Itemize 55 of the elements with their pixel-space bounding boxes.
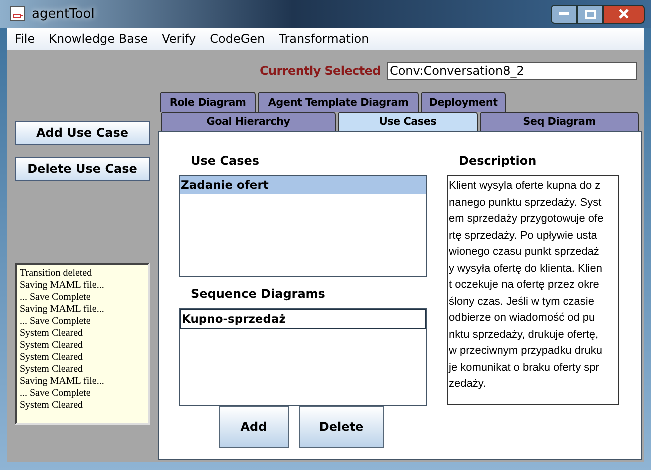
currently-selected-field[interactable]: Conv:Conversation8_2 [386, 62, 637, 80]
maximize-icon [584, 10, 596, 18]
delete-use-case-button[interactable]: Delete Use Case [15, 157, 150, 181]
log-line: Saving MAML file... [20, 280, 106, 292]
maximize-button[interactable] [577, 4, 603, 24]
minimize-icon [559, 12, 569, 16]
description-line: w przeciwnym przypadku druku [449, 344, 604, 359]
window-title: agentTool [32, 6, 95, 22]
menu-item[interactable]: File [15, 32, 36, 46]
section-heading: Description [458, 153, 538, 170]
tab[interactable]: Agent Template Diagram [258, 92, 419, 112]
log-line: System Cleared [20, 340, 84, 352]
list-item[interactable]: Kupno-sprzedaż [180, 309, 426, 329]
description-line: je komunikat o braku oferty spr [449, 360, 600, 376]
log-line: ... Save Complete [20, 292, 92, 304]
tab[interactable]: Role Diagram [160, 92, 256, 112]
description-box[interactable] [447, 175, 619, 405]
description-line: y wysyła ofertę do klienta. Klien [449, 262, 604, 276]
description-line: t oczekuje na ofertę przez okre [449, 278, 600, 293]
menu-item[interactable]: Verify [162, 32, 196, 46]
tab[interactable]: Seq Diagram [480, 112, 639, 131]
log-line: System Cleared [20, 352, 84, 364]
description-line: ślony czas. Jeśli w tym czasie [449, 294, 596, 310]
log-line: Transition deleted [20, 268, 94, 280]
tab[interactable]: Use Cases [338, 112, 478, 131]
menu-item[interactable]: Knowledge Base [49, 32, 148, 46]
description-line: Klient wysyla oferte kupna do z [449, 179, 602, 194]
description-line: nktu sprzedaży, drukuje ofertę, [449, 328, 600, 342]
description-line: odbierze on wiadomość od pu [449, 311, 596, 326]
description-line: wionego czasu punkt sprzedaż [449, 245, 600, 260]
currently-selected-label: Currently Selected [260, 64, 381, 78]
minimize-button[interactable] [551, 4, 577, 24]
section-heading: Sequence Diagrams [190, 286, 326, 303]
section-heading: Use Cases [190, 153, 261, 170]
log-line: System Cleared [20, 328, 84, 340]
menu-item[interactable]: CodeGen [210, 32, 266, 46]
list-item[interactable]: Zadanie ofert [180, 176, 426, 194]
description-line: em sprzedaży przygotowuje ofe [449, 212, 605, 227]
close-icon [619, 9, 629, 19]
log-line: System Cleared [20, 364, 84, 376]
close-button[interactable] [603, 4, 645, 24]
delete-button[interactable]: Delete [299, 406, 384, 448]
log-line: ... Save Complete [20, 388, 92, 400]
description-line: zedaży. [449, 377, 488, 392]
log-line: Saving MAML file... [20, 304, 106, 316]
log-line: Saving MAML file... [20, 376, 106, 388]
log-line: ... Save Complete [20, 316, 92, 328]
description-line: rtę sprzedaży. Po upływie usta [449, 228, 598, 244]
description-line: nanego punktu sprzedaży. Syst [449, 196, 603, 210]
tab[interactable]: Goal Hierarchy [161, 112, 336, 131]
tab[interactable]: Deployment [421, 92, 506, 112]
add-use-case-button[interactable]: Add Use Case [15, 121, 150, 145]
log-line: System Cleared [20, 400, 84, 412]
menu-item[interactable]: Transformation [279, 32, 370, 46]
add-button[interactable]: Add [219, 406, 289, 448]
